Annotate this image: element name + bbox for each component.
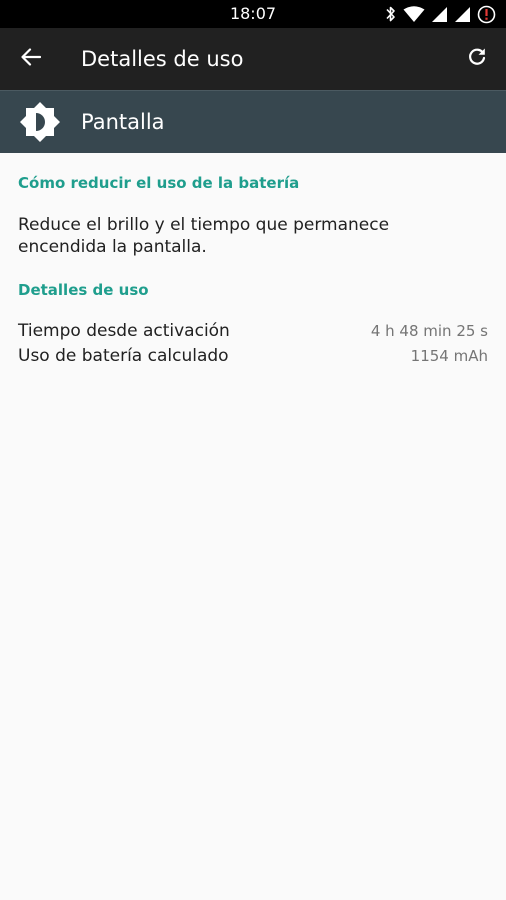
detail-row-battery: Uso de batería calculado 1154 mAh: [18, 345, 488, 370]
usage-details-list: Tiempo desde activación 4 h 48 min 25 s …: [18, 320, 488, 370]
bluetooth-icon: [385, 5, 397, 23]
detail-label: Uso de batería calculado: [18, 346, 229, 366]
content: Cómo reducir el uso de la batería Reduce…: [0, 153, 506, 370]
back-button[interactable]: [14, 43, 48, 75]
app-header: Pantalla: [0, 90, 506, 153]
app-name: Pantalla: [81, 110, 165, 134]
page-title: Detalles de uso: [81, 47, 244, 71]
wifi-icon: [403, 5, 425, 23]
status-bar: 18:07: [0, 0, 506, 28]
toolbar: Detalles de uso: [0, 28, 506, 90]
usage-details-screen: 18:07 Detalles de uso Pantalla Cómo redu…: [0, 0, 506, 900]
brightness-icon: [18, 100, 62, 144]
usage-section-title: Detalles de uso: [18, 281, 149, 299]
battery-alert-icon: [477, 5, 496, 24]
tips-section-title: Cómo reducir el uso de la batería: [18, 174, 300, 192]
detail-value: 1154 mAh: [410, 347, 488, 365]
signal-icon: [454, 6, 471, 23]
signal-icon: [431, 6, 448, 23]
detail-value: 4 h 48 min 25 s: [370, 322, 488, 340]
status-icons: [385, 4, 496, 24]
refresh-icon: [467, 47, 487, 71]
refresh-button[interactable]: [460, 43, 494, 75]
detail-label: Tiempo desde activación: [18, 321, 230, 341]
arrow-back-icon: [21, 48, 42, 70]
tip-text: Reduce el brillo y el tiempo que permane…: [18, 215, 390, 257]
detail-row-time: Tiempo desde activación 4 h 48 min 25 s: [18, 320, 488, 345]
